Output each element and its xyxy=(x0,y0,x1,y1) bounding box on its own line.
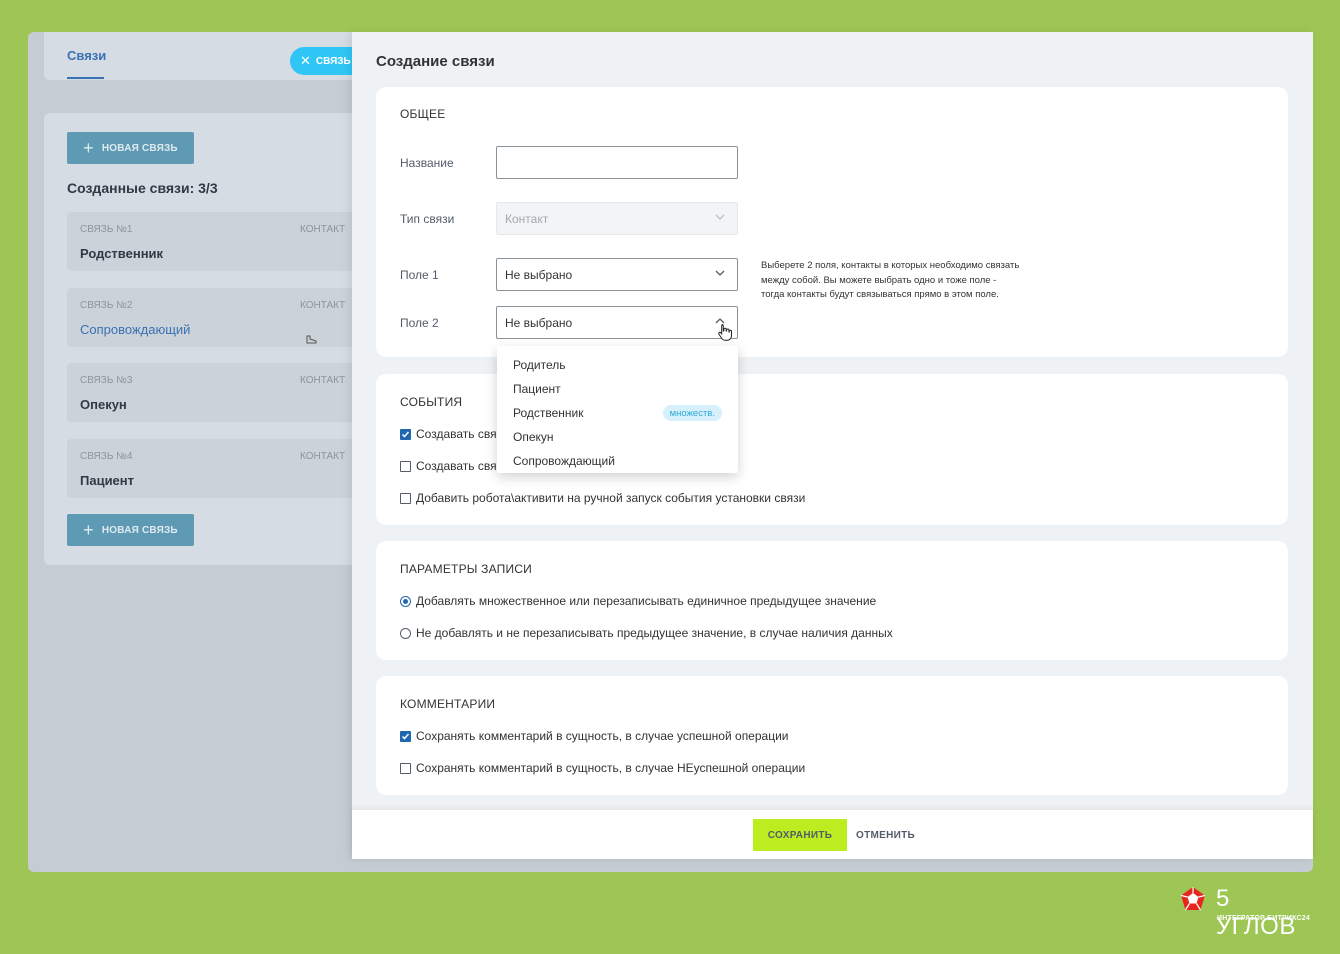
comment-label-2: Сохранять комментарий в сущность, в случ… xyxy=(416,761,806,775)
tab-links[interactable]: Связи xyxy=(67,48,106,63)
chevron-down-icon xyxy=(715,270,725,276)
type-label: Тип связи xyxy=(400,212,455,226)
new-link-label: НОВАЯ СВЯЗЬ xyxy=(101,524,178,536)
link-number: СВЯЗЬ №1 xyxy=(80,224,133,235)
event-checkbox-1[interactable]: Создавать связ xyxy=(400,427,502,441)
tab-underline xyxy=(67,77,104,79)
plus-icon: + xyxy=(83,138,94,158)
dropdown-option[interactable]: Пациент xyxy=(497,377,738,401)
events-section-title: СОБЫТИЯ xyxy=(400,395,463,409)
comments-section: КОММЕНТАРИИ Сохранять комментарий в сущн… xyxy=(376,676,1288,795)
slider-title: Создание связи xyxy=(376,53,495,70)
type-select[interactable]: Контакт xyxy=(496,202,738,235)
link-kind: КОНТАКТ xyxy=(300,375,346,386)
checkbox-unchecked[interactable] xyxy=(400,762,411,774)
record-option-1[interactable]: Добавлять множественное или перезаписыва… xyxy=(400,594,876,608)
save-button[interactable]: СОХРАНИТЬ xyxy=(753,819,847,851)
record-params-section: ПАРАМЕТРЫ ЗАПИСИ Добавлять множественное… xyxy=(376,541,1288,660)
type-value: Контакт xyxy=(505,211,549,226)
comments-title: КОММЕНТАРИИ xyxy=(400,697,496,711)
link-name: Родственник xyxy=(80,246,164,261)
event-checkbox-3[interactable]: Добавить робота\активити на ручной запус… xyxy=(400,491,805,505)
link-card[interactable]: СВЯЗЬ №2 КОНТАКТ Сопровождающий xyxy=(67,288,367,347)
link-kind: КОНТАКТ xyxy=(300,300,346,311)
record-params-title: ПАРАМЕТРЫ ЗАПИСИ xyxy=(400,562,532,576)
check-icon xyxy=(401,431,410,438)
field1-value: Не выбрано xyxy=(505,267,573,282)
link-name: Пациент xyxy=(80,473,135,488)
new-link-button-top[interactable]: + НОВАЯ СВЯЗЬ xyxy=(67,132,194,164)
close-pill-label: СВЯЗЬ xyxy=(315,55,351,67)
plus-icon: + xyxy=(83,520,94,540)
brand-subtitle: ИНТЕГРАТОР БИТРИКС24 xyxy=(1217,915,1310,922)
field1-select[interactable]: Не выбрано xyxy=(496,258,738,291)
radio-unselected[interactable] xyxy=(400,627,411,639)
checkbox-unchecked[interactable] xyxy=(400,460,411,472)
link-number: СВЯЗЬ №4 xyxy=(80,451,133,462)
record-option-label-2: Не добавлять и не перезаписывать предыду… xyxy=(416,626,893,640)
cancel-button[interactable]: ОТМЕНИТЬ xyxy=(856,819,915,851)
comment-checkbox-1[interactable]: Сохранять комментарий в сущность, в случ… xyxy=(400,729,789,743)
event-checkbox-2[interactable]: Создавать свя xyxy=(400,459,497,473)
new-link-label: НОВАЯ СВЯЗЬ xyxy=(101,142,178,154)
link-number: СВЯЗЬ №3 xyxy=(80,375,133,386)
general-section-title: ОБЩЕЕ xyxy=(400,107,446,121)
link-name: Опекун xyxy=(80,397,127,412)
record-option-2[interactable]: Не добавлять и не перезаписывать предыду… xyxy=(400,626,893,640)
pentagon-logo-icon xyxy=(1180,887,1206,911)
link-kind: КОНТАКТ xyxy=(300,224,346,235)
close-slider-button[interactable]: ✕ СВЯЗЬ xyxy=(290,47,360,75)
field1-label: Поле 1 xyxy=(400,268,439,282)
radio-selected[interactable] xyxy=(400,595,411,607)
field2-value: Не выбрано xyxy=(505,315,573,330)
checkbox-checked[interactable] xyxy=(400,428,411,440)
field2-select[interactable]: Не выбрано xyxy=(496,306,738,339)
multiple-badge: множеств. xyxy=(662,405,722,421)
close-icon: ✕ xyxy=(300,53,311,68)
link-kind: КОНТАКТ xyxy=(300,451,346,462)
dropdown-option[interactable]: Родственник множеств. xyxy=(497,401,738,425)
comment-label-1: Сохранять комментарий в сущность, в случ… xyxy=(416,729,789,743)
record-option-label-1: Добавлять множественное или перезаписыва… xyxy=(416,594,877,608)
event-label-1: Создавать связ xyxy=(416,427,503,441)
checkbox-checked[interactable] xyxy=(400,730,411,742)
dropdown-option[interactable]: Сопровождающий xyxy=(497,449,738,473)
link-number: СВЯЗЬ №2 xyxy=(80,300,133,311)
link-card[interactable]: СВЯЗЬ №4 КОНТАКТ Пациент xyxy=(67,439,367,498)
hand-cursor-icon xyxy=(306,335,317,344)
general-section: ОБЩЕЕ Название Тип связи Контакт Поле 1 … xyxy=(376,87,1288,357)
links-panel: + НОВАЯ СВЯЗЬ Созданные связи: 3/3 СВЯЗЬ… xyxy=(44,113,374,565)
created-links-title: Созданные связи: 3/3 xyxy=(67,180,218,196)
slider-footer: СОХРАНИТЬ ОТМЕНИТЬ xyxy=(352,810,1313,859)
dropdown-option[interactable]: Опекун xyxy=(497,425,738,449)
name-input[interactable] xyxy=(496,146,738,179)
dropdown-option[interactable]: Родитель xyxy=(497,353,738,377)
checkbox-unchecked[interactable] xyxy=(400,492,411,504)
link-name: Сопровождающий xyxy=(80,322,191,337)
brand-name: 5 УГЛОВ xyxy=(1216,885,1296,940)
field2-dropdown: Родитель Пациент Родственник множеств. О… xyxy=(497,346,738,473)
event-label-3: Добавить робота\активити на ручной запус… xyxy=(416,491,806,505)
link-card[interactable]: СВЯЗЬ №3 КОНТАКТ Опекун xyxy=(67,363,367,422)
event-label-2: Создавать свя xyxy=(416,459,497,473)
chevron-down-icon xyxy=(715,214,725,220)
check-icon xyxy=(401,733,410,740)
link-card[interactable]: СВЯЗЬ №1 КОНТАКТ Родственник xyxy=(67,212,367,271)
create-link-slider: Создание связи ОБЩЕЕ Название Тип связи … xyxy=(352,32,1313,859)
new-link-button-bottom[interactable]: + НОВАЯ СВЯЗЬ xyxy=(67,514,194,546)
dropdown-option-label: Родственник xyxy=(513,406,584,420)
name-label: Название xyxy=(400,156,454,170)
field2-label: Поле 2 xyxy=(400,316,439,330)
comment-checkbox-2[interactable]: Сохранять комментарий в сущность, в случ… xyxy=(400,761,805,775)
brand-logo: 5 УГЛОВ ИНТЕГРАТОР БИТРИКС24 xyxy=(1180,884,1315,940)
field-hint: Выберете 2 поля, контакты в которых необ… xyxy=(761,260,1020,300)
hand-cursor-icon xyxy=(718,324,732,341)
